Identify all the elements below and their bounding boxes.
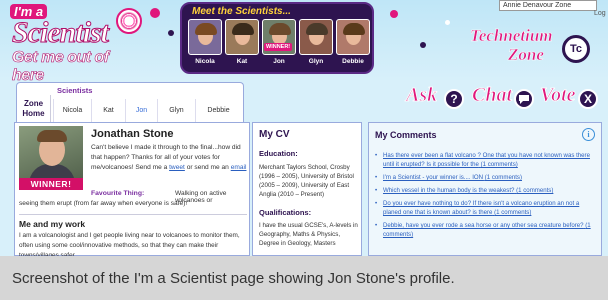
zone-tabs: Zone Home Scientists Nicola Kat Jon Glyn Deb…	[16, 82, 244, 123]
site-logo[interactable]: I'm a Scientist Get me out of here	[4, 2, 142, 82]
zone-name-line2: Zone	[508, 45, 544, 65]
scientist-thumbnails: Nicola Kat Jon WINNER! Glyn Debbie	[188, 19, 370, 65]
tab-jon[interactable]: Jon	[125, 99, 157, 123]
profile-bio: Can't believe I made it through to the f…	[91, 143, 247, 173]
logo-tagline: Get me out of here	[12, 49, 110, 82]
zone-home-tab[interactable]: Zone Home	[17, 95, 51, 123]
comment-item[interactable]: Debbie, have you ever rode a sea horse o…	[375, 221, 599, 239]
comment-item[interactable]: Has there ever been a flat volcano ? One…	[375, 151, 599, 169]
chat-button[interactable]: Chat	[472, 84, 513, 107]
site-header: I'm a Scientist Get me out of here Meet …	[0, 0, 608, 82]
comments-title: My Comments	[375, 130, 437, 140]
chat-bubble-icon	[514, 89, 534, 109]
comment-text: Which vessel in the human body is the we…	[383, 187, 515, 194]
comment-text: Debbie, have you ever rode a sea horse o…	[383, 222, 584, 229]
bio-text: or send me an	[186, 164, 229, 171]
education-heading: Education:	[259, 149, 298, 158]
tab-kat[interactable]: Kat	[91, 99, 125, 123]
winner-tag: WINNER!	[264, 43, 293, 51]
tweet-link[interactable]: tweet	[169, 164, 185, 171]
decor-dot	[390, 10, 398, 18]
qualifications-text: I have the usual GCSE's, A-levels in Geo…	[259, 222, 358, 247]
comments-panel: My Comments i Has there ever been a flat…	[368, 122, 602, 256]
winner-badge: WINNER!	[19, 178, 83, 190]
caption-text: Screenshot of the I'm a Scientist page s…	[12, 270, 455, 287]
cv-panel: My CV Education: Merchant Taylors School…	[252, 122, 362, 256]
meet-the-scientists-panel: Meet the Scientists... Nicola Kat Jon WINNE…	[180, 2, 374, 74]
favourite-value-cont: seeing them erupt (from far away when ev…	[19, 200, 188, 207]
meet-title: Meet the Scientists...	[192, 6, 291, 17]
question-icon: ?	[444, 89, 464, 109]
technetium-zone-logo[interactable]: Technetium Zone Tc	[470, 24, 604, 68]
scientist-thumb[interactable]: Kat	[225, 19, 259, 65]
zone-nav: Zone Home Scientists Nicola Kat Jon Glyn Deb…	[0, 82, 608, 123]
comment-count[interactable]: (1 comments)	[494, 209, 531, 216]
comment-item[interactable]: I'm a Scientist - your winner is.... ION…	[375, 173, 599, 182]
logo-sun-icon	[116, 8, 142, 34]
scientist-thumb-name: Glyn	[308, 58, 324, 65]
scientist-thumb-name: Nicola	[195, 58, 215, 65]
action-buttons: Ask ? Chat Vote X	[400, 84, 600, 118]
comment-item[interactable]: Do you ever have nothing to do? If there…	[375, 199, 599, 217]
decor-dot	[445, 20, 450, 25]
comments-list: Has there ever been a flat volcano ? One…	[375, 151, 599, 243]
logout-link[interactable]: Log	[594, 10, 606, 17]
scientist-thumb[interactable]: Glyn	[299, 19, 333, 65]
scientist-thumb[interactable]: Nicola	[188, 19, 222, 65]
cv-title: My CV	[259, 129, 290, 140]
ask-button[interactable]: Ask	[406, 84, 438, 107]
profile-panel: WINNER! Jonathan Stone Can't believe I m…	[14, 122, 250, 259]
element-badge: Tc	[562, 35, 590, 63]
favourite-label: Favourite Thing:	[91, 190, 145, 197]
comment-count[interactable]: (1 comments)	[485, 174, 522, 181]
scientist-thumb-name: Debbie	[342, 58, 364, 65]
logo-scientist-text: Scientist	[11, 16, 109, 50]
education-text: Merchant Taylors School, Crosby (1996 – …	[259, 164, 354, 198]
scientist-thumb[interactable]: Debbie	[336, 19, 370, 65]
comment-item[interactable]: Which vessel in the human body is the we…	[375, 186, 599, 195]
comment-text: I'm a Scientist - your winner is.... ION	[383, 174, 484, 181]
vote-button[interactable]: Vote	[540, 84, 576, 107]
zone-name-line1: Technetium	[470, 26, 553, 46]
decor-dot	[420, 42, 426, 48]
qualifications-heading: Qualifications:	[259, 208, 312, 217]
zone-select[interactable]: Annie Denavour Zone	[499, 0, 597, 11]
profile-content: WINNER! Jonathan Stone Can't believe I m…	[0, 122, 608, 259]
decor-dot	[168, 30, 174, 36]
avatar: WINNER!	[19, 126, 83, 190]
work-heading: Me and my work	[19, 214, 247, 229]
comment-text: Do you ever have nothing to do? If there…	[383, 200, 580, 216]
scientist-thumb[interactable]: Jon WINNER!	[262, 19, 296, 65]
comment-count[interactable]: (1 comments)	[481, 161, 518, 168]
email-link[interactable]: email	[231, 164, 247, 171]
decor-dot	[150, 8, 160, 18]
comment-count[interactable]: (1 comments)	[516, 187, 553, 194]
scientists-label: Scientists	[57, 86, 93, 95]
profile-name: Jonathan Stone	[91, 128, 174, 140]
vote-x-icon: X	[578, 89, 598, 109]
info-icon[interactable]: i	[582, 128, 595, 141]
scientist-thumb-name: Jon	[273, 58, 285, 65]
tab-debbie[interactable]: Debbie	[195, 99, 241, 123]
caption-bar: Screenshot of the I'm a Scientist page s…	[0, 256, 608, 300]
tab-glyn[interactable]: Glyn	[157, 99, 195, 123]
scientist-thumb-name: Kat	[236, 58, 248, 65]
tab-nicola[interactable]: Nicola	[53, 99, 91, 123]
